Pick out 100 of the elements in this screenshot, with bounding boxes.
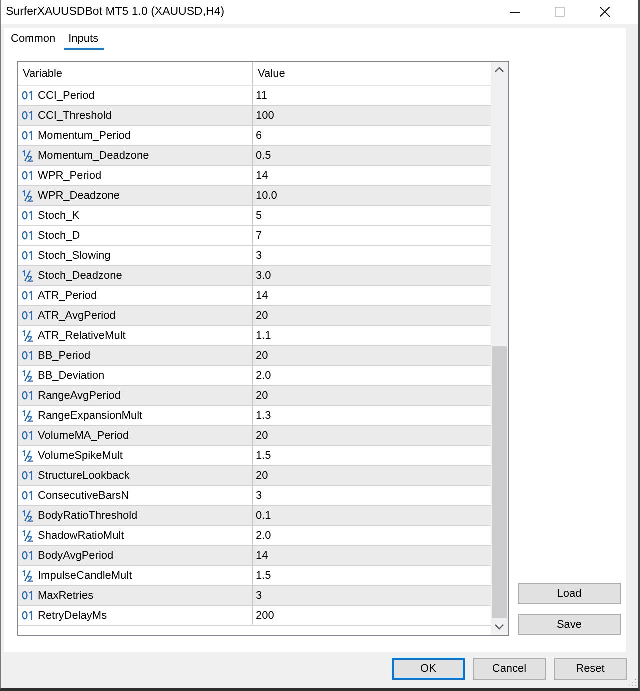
integer-type-icon [22,351,34,360]
value-cell[interactable]: 3 [253,586,491,605]
table-row[interactable]: ShadowRatioMult 2.0 [18,526,491,546]
dialog-button[interactable]: OK [392,658,465,680]
table-row[interactable]: MaxRetries 3 [18,586,491,606]
table-row[interactable]: BB_Deviation 2.0 [18,366,491,386]
scrollbar[interactable] [491,62,508,635]
value-cell[interactable]: 1.5 [253,566,491,585]
variable-name: ShadowRatioMult [38,530,124,542]
variable-name: BodyRatioThreshold [38,510,138,522]
value-cell[interactable]: 3 [253,486,491,505]
fraction-type-icon [22,370,34,382]
table-row[interactable]: RetryDelayMs 200 [18,606,491,626]
value-cell[interactable]: 0.5 [253,146,491,165]
table-row[interactable]: RangeAvgPeriod 20 [18,386,491,406]
variable-name: Stoch_D [38,230,80,242]
value-cell[interactable]: 1.3 [253,406,491,425]
value-cell[interactable]: 1.5 [253,446,491,465]
integer-type-icon [22,491,34,500]
integer-type-icon [22,251,34,260]
window-title: SurferXAUUSDBot MT5 1.0 (XAUUSD,H4) [5,6,225,18]
table-row[interactable]: Momentum_Period 6 [18,126,491,146]
table-row[interactable]: WPR_Deadzone 10.0 [18,186,491,206]
table-row[interactable]: Stoch_Deadzone 3.0 [18,266,491,286]
table-row[interactable]: Stoch_D 7 [18,226,491,246]
value-cell[interactable]: 20 [253,346,491,365]
side-button[interactable]: Load [518,583,621,604]
variable-name: RetryDelayMs [38,610,108,622]
value-cell[interactable]: 3.0 [253,266,491,285]
value-cell[interactable]: 14 [253,286,491,305]
variable-name: ATR_AvgPeriod [38,310,116,322]
value-cell[interactable]: 200 [253,606,491,625]
fraction-type-icon [22,150,34,162]
table-row[interactable]: ATR_AvgPeriod 20 [18,306,491,326]
size-grip-icon[interactable] [628,678,637,687]
variable-name: Momentum_Period [38,130,131,142]
fraction-type-icon [22,450,34,462]
dialog-button[interactable]: Cancel [473,658,546,680]
value-cell[interactable]: 1.1 [253,326,491,345]
value-cell[interactable]: 14 [253,166,491,185]
variable-name: BB_Deviation [38,370,105,382]
table-row[interactable]: VolumeMA_Period 20 [18,426,491,446]
fraction-type-icon [22,270,34,282]
value-cell[interactable]: 14 [253,546,491,565]
value-cell[interactable]: 0.1 [253,506,491,525]
tab[interactable]: Inputs [64,28,104,50]
maximize-icon [554,7,564,17]
value-cell[interactable]: 100 [253,106,491,125]
variable-name: CCI_Period [38,90,95,102]
table-row[interactable]: Stoch_Slowing 3 [18,246,491,266]
value-cell[interactable]: 5 [253,206,491,225]
variable-name: ATR_Period [38,290,98,302]
variable-name: ImpulseCandleMult [38,570,132,582]
table-row[interactable]: WPR_Period 14 [18,166,491,186]
table-row[interactable]: ATR_RelativeMult 1.1 [18,326,491,346]
table-row[interactable]: ATR_Period 14 [18,286,491,306]
variable-name: RangeExpansionMult [38,410,143,422]
value-cell[interactable]: 11 [253,86,491,105]
variable-name: Momentum_Deadzone [38,150,150,162]
table-row[interactable]: StructureLookback 20 [18,466,491,486]
dialog-button[interactable]: Reset [554,658,627,680]
tab[interactable]: Common [6,28,61,50]
variable-name: VolumeSpikeMult [38,450,123,462]
variable-name: CCI_Threshold [38,110,112,122]
value-cell[interactable]: 2.0 [253,366,491,385]
table-row[interactable]: ConsecutiveBarsN 3 [18,486,491,506]
close-icon [600,7,610,17]
value-cell[interactable]: 7 [253,226,491,245]
column-header[interactable]: Variable [18,62,253,85]
integer-type-icon [22,391,34,400]
table-row[interactable]: BodyAvgPeriod 14 [18,546,491,566]
value-cell[interactable]: 20 [253,426,491,445]
value-cell[interactable]: 20 [253,466,491,485]
table-row[interactable]: BB_Period 20 [18,346,491,366]
table-row[interactable]: VolumeSpikeMult 1.5 [18,446,491,466]
variable-name: MaxRetries [38,590,94,602]
scrollbar-thumb[interactable] [492,346,507,618]
value-cell[interactable]: 6 [253,126,491,145]
column-header[interactable]: Value [253,62,491,85]
table-row[interactable]: Stoch_K 5 [18,206,491,226]
table-row[interactable]: CCI_Period 11 [18,86,491,106]
value-cell[interactable]: 2.0 [253,526,491,545]
variable-name: ATR_RelativeMult [38,330,126,342]
variable-name: BodyAvgPeriod [38,550,114,562]
value-cell[interactable]: 10.0 [253,186,491,205]
table-row[interactable]: RangeExpansionMult 1.3 [18,406,491,426]
table-row[interactable]: BodyRatioThreshold 0.1 [18,506,491,526]
value-cell[interactable]: 20 [253,306,491,325]
value-cell[interactable]: 3 [253,246,491,265]
side-button[interactable]: Save [518,614,621,635]
value-cell[interactable]: 20 [253,386,491,405]
integer-type-icon [22,591,34,600]
table-row[interactable]: CCI_Threshold 100 [18,106,491,126]
integer-type-icon [22,91,34,100]
variable-name: StructureLookback [38,470,130,482]
integer-type-icon [22,211,34,220]
table-row[interactable]: Momentum_Deadzone 0.5 [18,146,491,166]
table-row[interactable]: ImpulseCandleMult 1.5 [18,566,491,586]
variable-name: VolumeMA_Period [38,430,130,442]
fraction-type-icon [22,570,34,582]
